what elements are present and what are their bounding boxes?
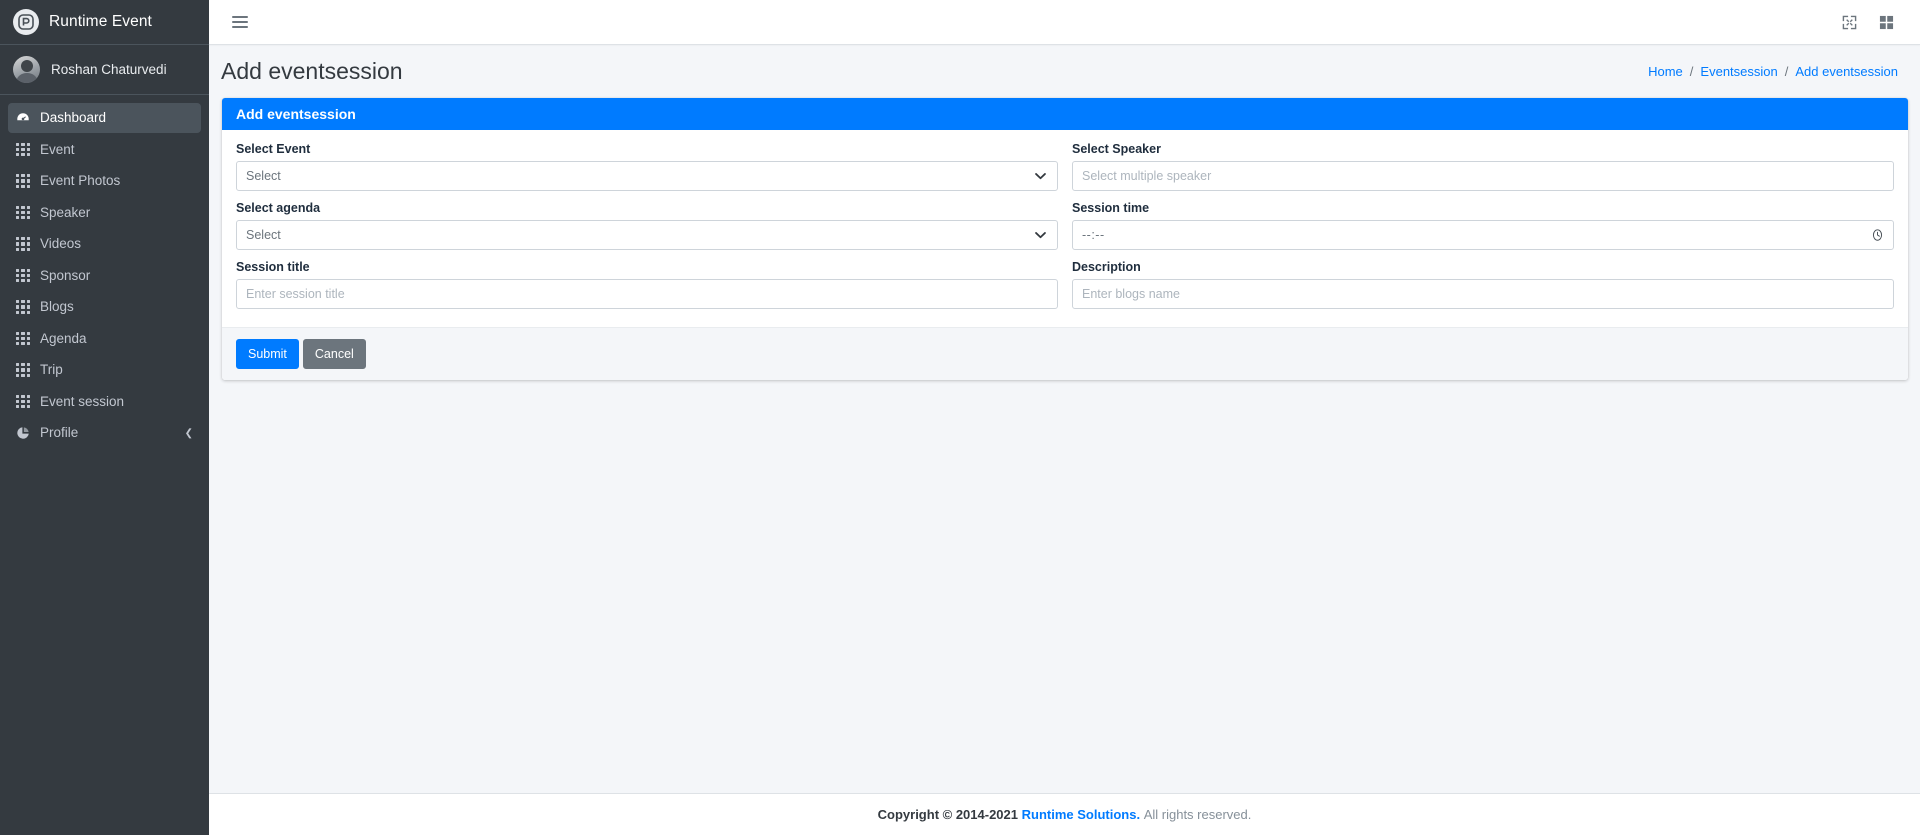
- breadcrumb-separator: /: [1689, 64, 1694, 79]
- hamburger-icon[interactable]: [232, 16, 248, 28]
- card-title: Add eventsession: [236, 106, 356, 122]
- field-select-speaker: Select Speaker Select multiple speaker: [1072, 142, 1894, 191]
- form-row-1: Select Event Select Select Speaker Selec…: [236, 142, 1894, 191]
- topbar: [209, 0, 1920, 45]
- card-footer: Submit Cancel: [222, 327, 1908, 381]
- grid-icon: [16, 142, 30, 157]
- dashboard-icon: [16, 111, 30, 125]
- sidebar-item-event-session[interactable]: Event session: [8, 387, 201, 417]
- submit-button[interactable]: Submit: [236, 339, 299, 370]
- avatar: [13, 56, 40, 83]
- grid-icon: [16, 174, 30, 188]
- sidebar-item-label: Videos: [40, 236, 82, 252]
- sidebar-item-label: Blogs: [40, 299, 74, 315]
- sidebar: Runtime Event Roshan Chaturvedi Dashboar…: [0, 0, 209, 835]
- sidebar-item-dashboard[interactable]: Dashboard: [8, 103, 201, 133]
- grid-icon: [16, 300, 30, 314]
- select-event-label: Select Event: [236, 142, 311, 156]
- sidebar-item-videos[interactable]: Videos: [8, 229, 201, 259]
- footer-copyright: Copyright © 2014-2021: [877, 807, 1018, 822]
- field-select-agenda: Select agenda Select: [236, 201, 1058, 250]
- session-time-input[interactable]: --:--: [1072, 220, 1894, 250]
- sidebar-item-label: Agenda: [40, 330, 87, 346]
- card-body: Select Event Select Select Speaker Selec…: [222, 130, 1908, 327]
- select-speaker-input[interactable]: Select multiple speaker: [1072, 161, 1894, 191]
- description-input[interactable]: Enter blogs name: [1072, 279, 1894, 309]
- sidebar-item-label: Event session: [40, 393, 125, 409]
- grid-icon: [16, 394, 30, 409]
- brand-header[interactable]: Runtime Event: [0, 0, 209, 45]
- field-session-time: Session time --:--: [1072, 201, 1894, 250]
- topbar-actions: [1842, 15, 1902, 30]
- sidebar-item-blogs[interactable]: Blogs: [8, 292, 201, 322]
- user-panel[interactable]: Roshan Chaturvedi: [0, 45, 209, 95]
- user-name: Roshan Chaturvedi: [51, 62, 167, 77]
- sidebar-item-label: Profile: [40, 425, 79, 441]
- select-agenda-value: Select: [246, 228, 281, 242]
- breadcrumb-item-eventsession[interactable]: Eventsession: [1700, 64, 1777, 79]
- select-agenda-label: Select agenda: [236, 201, 321, 215]
- field-session-title: Session title Enter session title: [236, 260, 1058, 309]
- session-time-value: --:--: [1082, 228, 1105, 242]
- session-title-placeholder: Enter session title: [246, 287, 345, 301]
- form-row-2: Select agenda Select Session time --:--: [236, 201, 1894, 250]
- footer-company-link[interactable]: Runtime Solutions.: [1022, 807, 1140, 822]
- page-title: Add eventsession: [221, 58, 403, 84]
- select-speaker-label: Select Speaker: [1072, 142, 1161, 156]
- breadcrumb-item-current: Add eventsession: [1795, 64, 1898, 79]
- grid-icon: [16, 363, 30, 377]
- select-speaker-placeholder: Select multiple speaker: [1082, 169, 1212, 183]
- chevron-down-icon: [1033, 169, 1048, 184]
- sidebar-item-label: Speaker: [40, 204, 91, 220]
- breadcrumb-item-home[interactable]: Home: [1648, 64, 1683, 79]
- apps-grid-icon[interactable]: [1879, 15, 1894, 30]
- sidebar-item-event[interactable]: Event: [8, 135, 201, 165]
- sidebar-item-agenda[interactable]: Agenda: [8, 324, 201, 354]
- description-placeholder: Enter blogs name: [1082, 287, 1180, 301]
- fullscreen-expand-icon[interactable]: [1842, 15, 1857, 30]
- sidebar-item-label: Dashboard: [40, 110, 107, 126]
- grid-icon: [16, 237, 30, 251]
- grid-icon: [16, 331, 30, 346]
- breadcrumb: Home / Eventsession / Add eventsession: [1648, 64, 1898, 79]
- grid-icon: [16, 205, 30, 220]
- main-area: Add eventsession Home / Eventsession / A…: [209, 0, 1920, 835]
- sidebar-item-speaker[interactable]: Speaker: [8, 198, 201, 228]
- session-time-label: Session time: [1072, 201, 1150, 215]
- sidebar-item-profile[interactable]: Profile ❮: [8, 418, 201, 448]
- sidebar-item-trip[interactable]: Trip: [8, 355, 201, 385]
- content: Add eventsession Select Event Select Sel…: [209, 98, 1920, 381]
- session-title-input[interactable]: Enter session title: [236, 279, 1058, 309]
- sidebar-nav: Dashboard Event Event Photos Speaker Vid…: [0, 95, 209, 450]
- select-event-value: Select: [246, 169, 281, 183]
- session-title-label: Session title: [236, 260, 310, 274]
- pie-chart-icon: [16, 426, 30, 440]
- select-agenda-dropdown[interactable]: Select: [236, 220, 1058, 250]
- cancel-button[interactable]: Cancel: [302, 339, 366, 370]
- clock-icon[interactable]: [1871, 229, 1884, 242]
- runtime-logo-icon: [13, 9, 39, 35]
- select-event-dropdown[interactable]: Select: [236, 161, 1058, 191]
- breadcrumb-separator: /: [1784, 64, 1789, 79]
- content-header: Add eventsession Home / Eventsession / A…: [209, 45, 1920, 98]
- description-label: Description: [1072, 260, 1141, 274]
- sidebar-item-label: Event: [40, 141, 75, 157]
- field-description: Description Enter blogs name: [1072, 260, 1894, 309]
- grid-icon: [16, 268, 30, 283]
- sidebar-item-sponsor[interactable]: Sponsor: [8, 261, 201, 291]
- sidebar-item-label: Trip: [40, 362, 63, 378]
- sidebar-item-label: Sponsor: [40, 267, 91, 283]
- footer-rights: All rights reserved.: [1143, 807, 1252, 822]
- sidebar-item-event-photos[interactable]: Event Photos: [8, 166, 201, 196]
- card-header: Add eventsession: [222, 98, 1908, 130]
- chevron-left-icon: ❮: [184, 427, 193, 439]
- brand-name: Runtime Event: [49, 13, 152, 30]
- add-eventsession-card: Add eventsession Select Event Select Sel…: [222, 98, 1908, 381]
- field-select-event: Select Event Select: [236, 142, 1058, 191]
- chevron-down-icon: [1033, 228, 1048, 243]
- form-row-3: Session title Enter session title Descri…: [236, 260, 1894, 309]
- app-footer: Copyright © 2014-2021 Runtime Solutions.…: [209, 793, 1920, 835]
- sidebar-item-label: Event Photos: [40, 173, 121, 189]
